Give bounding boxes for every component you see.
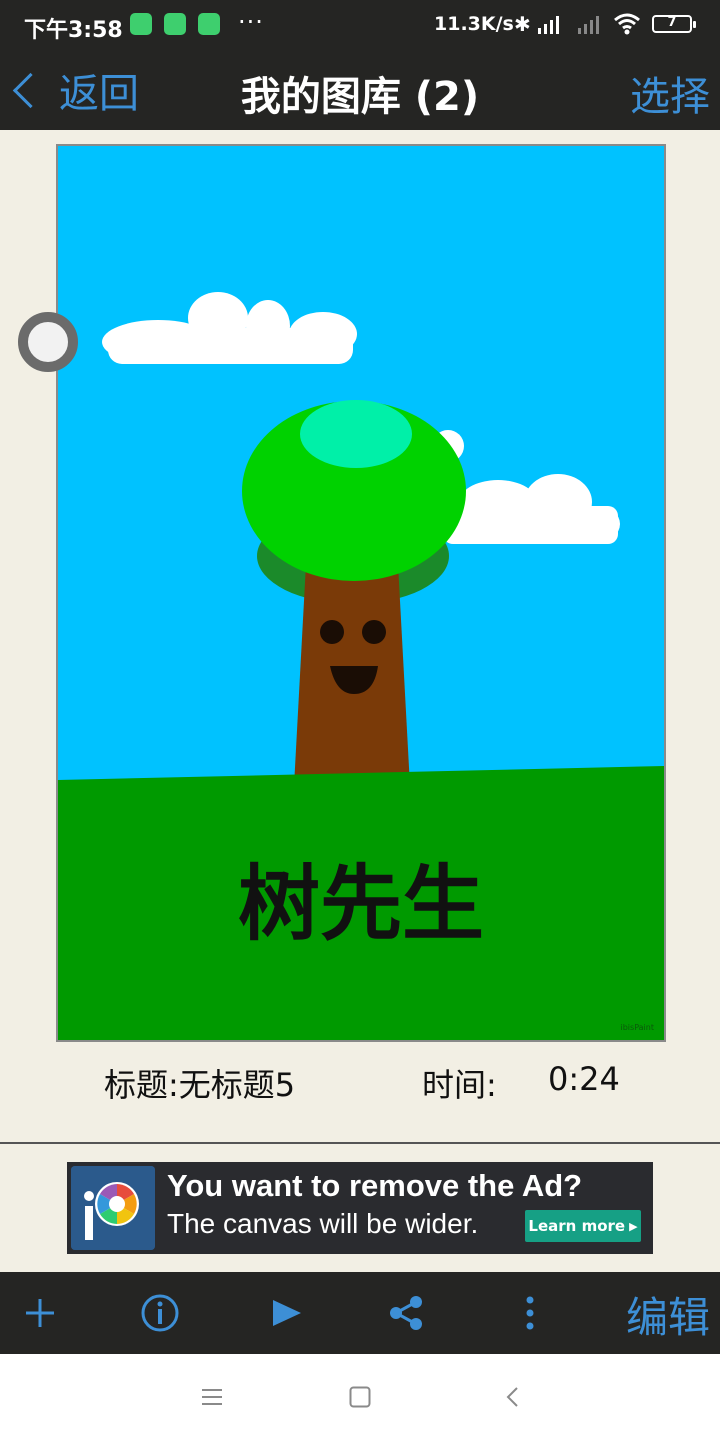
bluetooth-icon: ✱: [514, 12, 531, 36]
app-notification-icon: [130, 13, 152, 35]
info-button[interactable]: [130, 1272, 190, 1354]
play-button[interactable]: [256, 1272, 316, 1354]
signal-icon: [536, 14, 566, 40]
home-nav-button[interactable]: [320, 1354, 400, 1440]
shield-notification-icon: [198, 13, 220, 35]
divider: [0, 1142, 720, 1144]
select-button[interactable]: 选择: [630, 64, 710, 122]
ad-subline: The canvas will be wider.: [167, 1208, 479, 1239]
status-time: 下午3:58: [24, 18, 123, 43]
chevron-left-icon: [12, 72, 49, 108]
add-button[interactable]: [10, 1272, 70, 1354]
nav-bar: 返回 我的图库 (2) 选择: [0, 52, 720, 130]
tree-eye-left: [320, 620, 344, 644]
back-button[interactable]: 返回: [8, 62, 139, 118]
ad-banner[interactable]: You want to remove the Ad? The canvas wi…: [67, 1162, 653, 1254]
square-icon: [349, 1386, 371, 1408]
share-button[interactable]: [376, 1272, 436, 1354]
info-icon: [141, 1294, 179, 1332]
play-icon: [273, 1300, 301, 1326]
more-vert-icon: [526, 1296, 534, 1330]
artwork-preview[interactable]: 树先生 ibisPaint: [56, 144, 666, 1042]
page-title: 我的图库 (2): [240, 74, 480, 120]
battery-icon: 7: [652, 15, 696, 33]
menu-icon: [202, 1389, 222, 1405]
ad-headline: You want to remove the Ad?: [167, 1168, 583, 1203]
plus-icon: [26, 1299, 54, 1327]
artwork-title: 标题:无标题5: [104, 1066, 296, 1104]
signal-2-icon: [576, 14, 606, 40]
share-icon: [390, 1296, 422, 1330]
back-triangle-icon: [506, 1387, 518, 1407]
status-bar: 下午3:58 ··· 11.3K/s ✱ 7: [0, 0, 720, 52]
wechat-notification-icon: [164, 13, 186, 35]
ibispaint-logo-icon: [71, 1166, 155, 1250]
more-button[interactable]: [500, 1272, 560, 1354]
artwork-time-label: 时间:: [422, 1066, 497, 1104]
back-label: 返回: [59, 71, 139, 117]
more-notifications-icon: ···: [238, 8, 264, 36]
system-nav-bar: [0, 1354, 720, 1440]
learn-more-button[interactable]: Learn more ▶: [525, 1210, 641, 1242]
artwork-text: 树先生: [238, 857, 484, 952]
edit-button[interactable]: 编辑: [626, 1284, 710, 1345]
loading-indicator-icon: [18, 312, 78, 372]
tree-highlight: [300, 400, 412, 468]
menu-nav-button[interactable]: [172, 1354, 252, 1440]
back-nav-button[interactable]: [472, 1354, 552, 1440]
artwork-signature: ibisPaint: [621, 1023, 655, 1032]
play-arrow-icon: ▶: [629, 1219, 638, 1233]
network-speed: 11.3K/s: [434, 13, 514, 35]
bottom-toolbar: 编辑: [0, 1272, 720, 1354]
wifi-icon: [612, 10, 642, 42]
artwork-time-value: 0:24: [548, 1060, 620, 1098]
tree-eye-right: [362, 620, 386, 644]
artwork-image: 树先生 ibisPaint: [58, 146, 664, 1040]
